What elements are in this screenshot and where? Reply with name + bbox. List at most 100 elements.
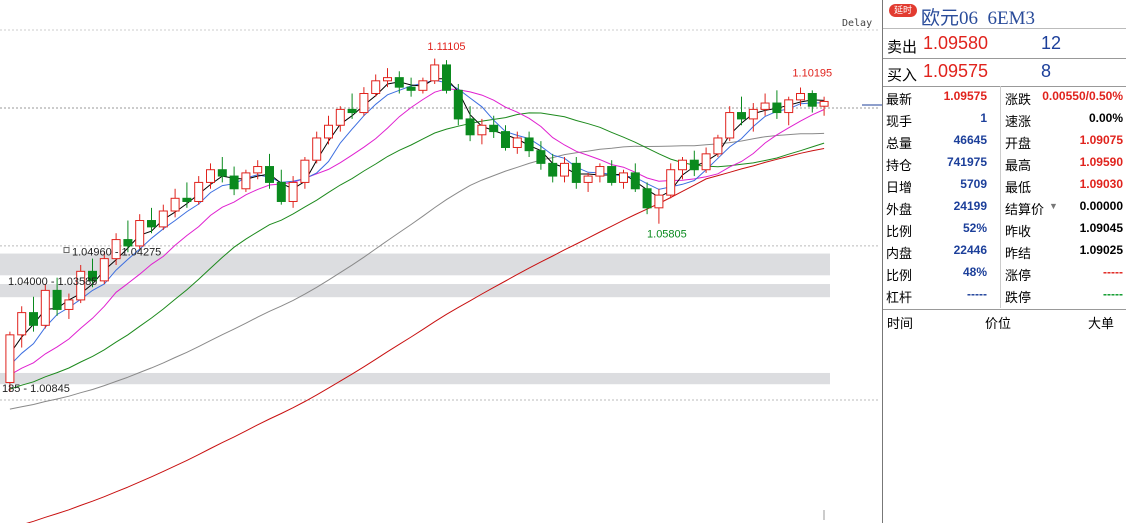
candle-body bbox=[312, 137, 322, 161]
sell-price: 1.09580 bbox=[923, 33, 989, 53]
stat-label: 比例 bbox=[886, 224, 913, 239]
candle-body bbox=[548, 162, 558, 177]
candle-body bbox=[229, 175, 239, 190]
stat-value: 1.09045 bbox=[1079, 221, 1123, 235]
candle-body bbox=[29, 312, 38, 326]
candle-body bbox=[324, 124, 333, 139]
buy-label: 买入 bbox=[887, 67, 918, 84]
instrument-name: 欧元06 bbox=[921, 8, 979, 29]
candle-body bbox=[689, 159, 699, 171]
stat-label: 最低 bbox=[1005, 180, 1032, 195]
stat-label: 内盘 bbox=[886, 246, 913, 261]
candle-body bbox=[5, 334, 15, 383]
stat-value: 0.00550/0.50% bbox=[1042, 89, 1123, 103]
stat-row: 最新 1.09575 涨跌 0.00550/0.50% bbox=[883, 86, 1126, 108]
stat-value: 1.09025 bbox=[1079, 243, 1123, 257]
stat-label: 结算价 bbox=[1005, 202, 1045, 217]
candle-body bbox=[52, 289, 62, 310]
quote-header: 延时 欧元06 6EM3 bbox=[883, 0, 1126, 29]
candle-body bbox=[182, 197, 192, 202]
stat-value: 1.09075 bbox=[1079, 133, 1123, 147]
stat-label: 涨跌 bbox=[1005, 92, 1032, 107]
stat-label: 持仓 bbox=[886, 158, 913, 173]
candle-body bbox=[194, 181, 204, 202]
stat-row: 总量 46645 开盘 1.09075 bbox=[883, 130, 1126, 152]
instrument-title: 欧元06 6EM3 bbox=[921, 3, 1035, 30]
candle-body bbox=[725, 112, 735, 139]
zone-2-label: 1.04000 - 1.03585 bbox=[8, 276, 97, 288]
candle-body bbox=[359, 93, 369, 114]
size-column-header[interactable]: 大单 bbox=[1088, 313, 1114, 332]
candle-body bbox=[536, 150, 546, 164]
sell-volume: 12 bbox=[1041, 33, 1062, 53]
candle-body bbox=[347, 108, 357, 114]
candle-body bbox=[64, 299, 74, 310]
stat-row: 现手 1 速涨 0.00% bbox=[883, 108, 1126, 130]
candle-body bbox=[300, 159, 310, 183]
stat-value: ----- bbox=[1103, 265, 1123, 279]
ma120-line bbox=[26, 148, 825, 523]
candle-body bbox=[642, 188, 652, 209]
stat-value: 1.09590 bbox=[1079, 155, 1123, 169]
candle-body bbox=[619, 172, 628, 183]
ma5-line bbox=[9, 78, 825, 355]
candle-body bbox=[501, 131, 510, 148]
candle-body bbox=[442, 64, 451, 91]
candle-body bbox=[477, 124, 487, 136]
time-column-header[interactable]: 时间 bbox=[887, 313, 913, 332]
candle-body bbox=[276, 181, 286, 202]
candle-body bbox=[147, 220, 156, 228]
delay-indicator: Delay bbox=[842, 18, 873, 29]
candle-body bbox=[666, 169, 676, 196]
stat-value: 22446 bbox=[953, 243, 987, 257]
stat-value: 24199 bbox=[953, 199, 987, 213]
candle-body bbox=[206, 169, 215, 183]
stat-value: 52% bbox=[962, 221, 987, 235]
stat-label: 最新 bbox=[886, 92, 913, 107]
candle-body bbox=[418, 80, 428, 91]
stat-label: 最高 bbox=[1005, 158, 1032, 173]
candle-body bbox=[383, 77, 392, 82]
candle-body bbox=[819, 100, 829, 107]
zone-3-label: 185 - 1.00845 bbox=[2, 383, 70, 395]
candle-body bbox=[654, 194, 664, 209]
candle-body bbox=[807, 93, 817, 107]
low-label: 1.05805 bbox=[647, 229, 687, 241]
stat-row: 外盘 24199 结算价 0.00000 ▼ bbox=[883, 196, 1126, 218]
sell-label: 卖出 bbox=[887, 39, 918, 56]
candle-body bbox=[217, 169, 227, 177]
stat-label: 开盘 bbox=[1005, 136, 1032, 151]
buy-row: 买入 1.09575 8 bbox=[883, 58, 1126, 86]
stat-label: 比例 bbox=[886, 268, 913, 283]
candle-body bbox=[571, 162, 581, 183]
stat-label: 总量 bbox=[886, 136, 913, 151]
stat-value: 0.00000 bbox=[1079, 199, 1123, 213]
stat-label: 昨结 bbox=[1005, 246, 1032, 261]
candle-body bbox=[265, 166, 274, 183]
settlement-dropdown-icon[interactable]: ▼ bbox=[1049, 201, 1058, 211]
candle-body bbox=[737, 112, 746, 120]
candle-body bbox=[394, 77, 404, 88]
stat-label: 涨停 bbox=[1005, 268, 1032, 283]
stat-row: 内盘 22446 昨结 1.09025 bbox=[883, 240, 1126, 262]
delay-badge: 延时 bbox=[889, 4, 918, 17]
stat-value: ----- bbox=[967, 287, 987, 301]
candle-body bbox=[17, 312, 27, 336]
candle-body bbox=[465, 118, 475, 136]
candle-body bbox=[560, 162, 569, 177]
stat-value: 46645 bbox=[953, 133, 987, 147]
candle-body bbox=[288, 181, 298, 202]
candle-body bbox=[135, 220, 145, 247]
stat-value: 48% bbox=[962, 265, 987, 279]
stat-label: 昨收 bbox=[1005, 224, 1032, 239]
candle-body bbox=[772, 102, 782, 114]
candle-body bbox=[524, 137, 534, 152]
candlestick-chart[interactable]: 1.11105 1.10195 1.05805 1.04960 - 1.04275 1.… bbox=[0, 0, 882, 523]
stat-value: ----- bbox=[1103, 287, 1123, 301]
stat-row: 杠杆 ----- 跌停 ----- bbox=[883, 284, 1126, 306]
ma10-line bbox=[9, 79, 825, 366]
stat-value: 1.09030 bbox=[1079, 177, 1123, 191]
quote-panel: 延时 欧元06 6EM3 卖出 1.09580 12 买入 1.09575 8 … bbox=[882, 0, 1126, 523]
price-column-header[interactable]: 价位 bbox=[985, 313, 1011, 332]
candle-body bbox=[406, 86, 416, 91]
